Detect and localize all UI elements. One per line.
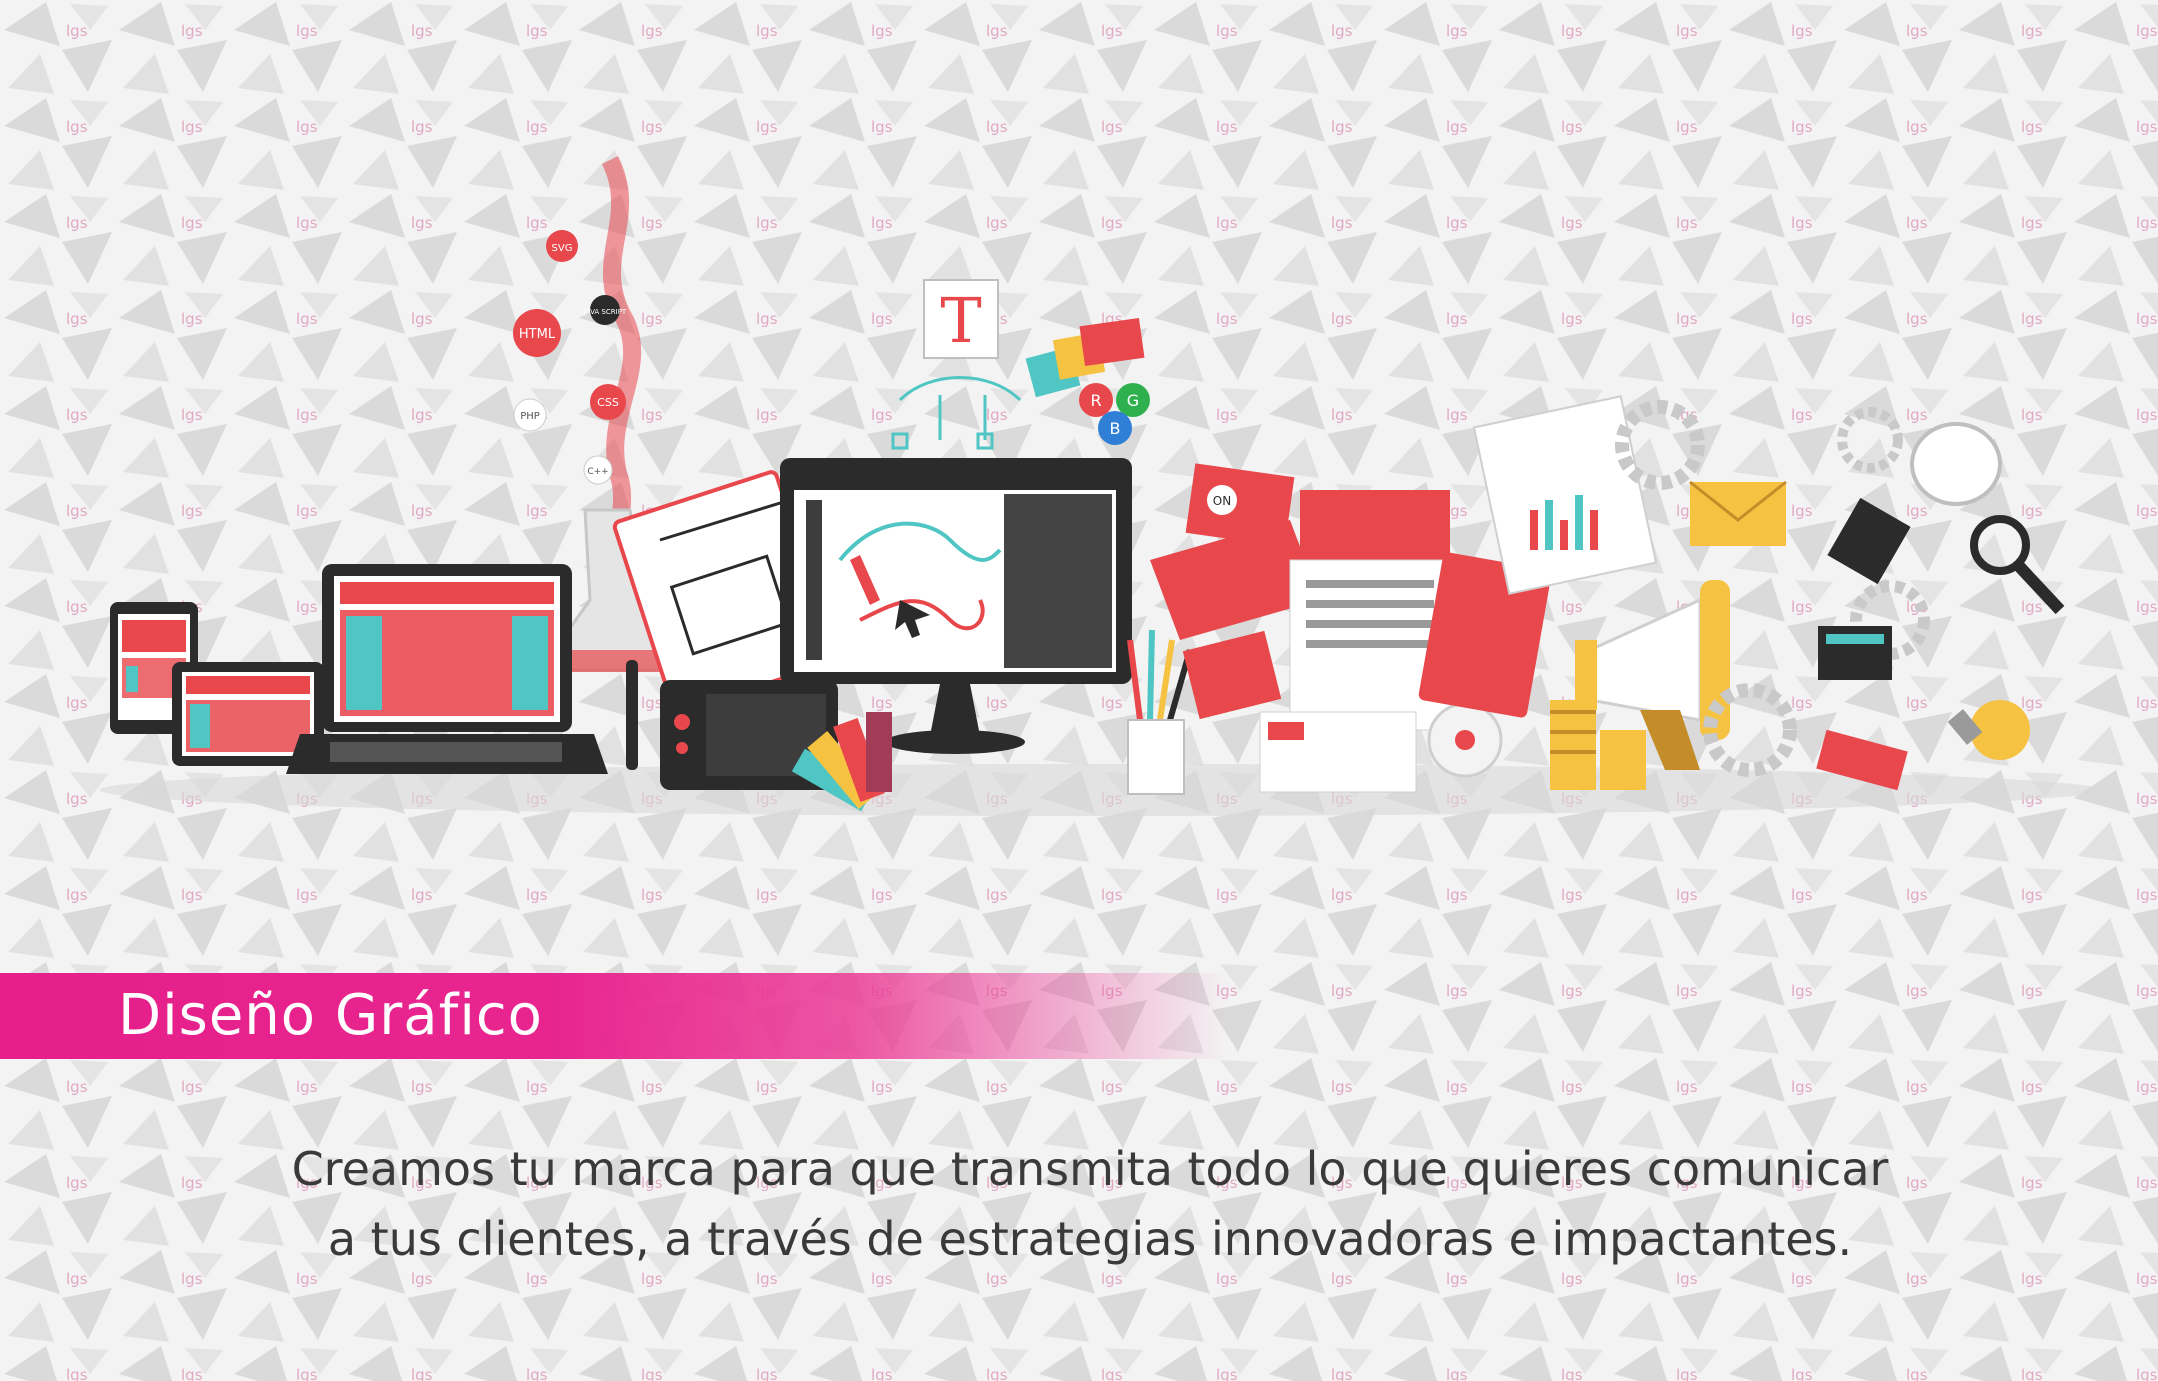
bubble-label: SVG	[552, 243, 573, 254]
bubble-label: C++	[587, 467, 608, 477]
type-tool-icon: T	[891, 279, 1022, 450]
section-title: Diseño Gráfico	[118, 983, 543, 1048]
rgb-channel-label: G	[1127, 391, 1139, 410]
magnifier-icon	[1970, 515, 2065, 615]
bubble-label: HTML	[519, 327, 556, 342]
laptop-device	[286, 564, 608, 774]
envelope-icon	[1689, 480, 1787, 546]
rgb-channel-label: R	[1090, 391, 1101, 410]
bubble-label: PHP	[520, 411, 540, 422]
service-description: Creamos tu marca para que transmita todo…	[150, 1134, 2030, 1274]
calculator-icon	[1818, 626, 1892, 680]
bubble-label: CSS	[597, 396, 619, 409]
brand-logo-mark: ON	[1213, 494, 1231, 508]
banner-page: lgs SVG JAVA SCRIPT HTML CSS PHP C++	[0, 0, 2158, 1381]
stylus-icon	[626, 660, 638, 770]
bubble-label: JAVA SCRIPT	[583, 308, 627, 316]
description-line: a tus clientes, a través de estrategias …	[327, 1212, 1853, 1266]
description-line: Creamos tu marca para que transmita todo…	[291, 1142, 1889, 1196]
type-tool-letter: T	[940, 284, 981, 357]
pencil-cup-icon	[1127, 629, 1193, 795]
chat-bubble-icon	[1910, 422, 2002, 506]
rgb-channel-label: B	[1110, 419, 1121, 438]
smartphone-icon	[1827, 497, 1911, 585]
color-swatches-icon: R G B	[1025, 318, 1150, 445]
lightbulb-icon	[1947, 700, 2030, 760]
